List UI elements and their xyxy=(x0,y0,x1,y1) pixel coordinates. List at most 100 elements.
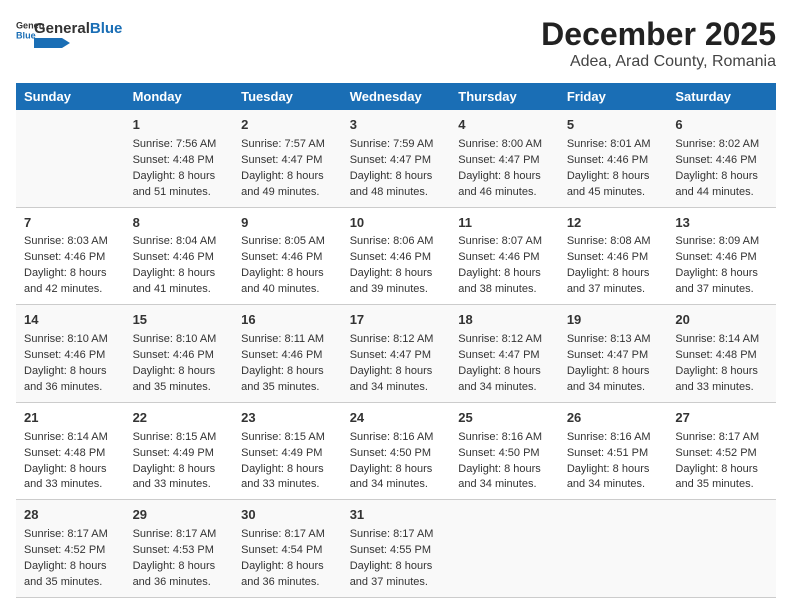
cell-info-line: Sunrise: 8:12 AM xyxy=(458,332,551,348)
cell-info-line: and 33 minutes. xyxy=(241,477,334,493)
cell-info-line: Daylight: 8 hours xyxy=(133,462,226,478)
cell-info-line: and 33 minutes. xyxy=(675,380,768,396)
header: General Blue GeneralBlue December 2025 A… xyxy=(16,16,776,71)
calendar-cell: 31Sunrise: 8:17 AMSunset: 4:55 PMDayligh… xyxy=(342,500,451,598)
cell-info-line: Sunset: 4:46 PM xyxy=(241,348,334,364)
cell-info-line: and 41 minutes. xyxy=(133,282,226,298)
cell-info-line: Daylight: 8 hours xyxy=(567,364,660,380)
day-number: 28 xyxy=(24,506,117,525)
calendar-cell: 17Sunrise: 8:12 AMSunset: 4:47 PMDayligh… xyxy=(342,305,451,403)
cell-info-line: Sunrise: 8:09 AM xyxy=(675,234,768,250)
day-number: 14 xyxy=(24,311,117,330)
calendar-cell: 16Sunrise: 8:11 AMSunset: 4:46 PMDayligh… xyxy=(233,305,342,403)
cell-info-line: Daylight: 8 hours xyxy=(241,364,334,380)
cell-info-line: Sunset: 4:46 PM xyxy=(675,250,768,266)
calendar-cell: 26Sunrise: 8:16 AMSunset: 4:51 PMDayligh… xyxy=(559,402,668,500)
cell-info-line: Sunrise: 8:10 AM xyxy=(133,332,226,348)
day-number: 11 xyxy=(458,214,551,233)
cell-info-line: and 35 minutes. xyxy=(133,380,226,396)
day-number: 12 xyxy=(567,214,660,233)
cell-info-line: Sunrise: 8:16 AM xyxy=(458,430,551,446)
calendar-cell: 6Sunrise: 8:02 AMSunset: 4:46 PMDaylight… xyxy=(667,110,776,207)
cell-info-line: Sunrise: 8:17 AM xyxy=(241,527,334,543)
cell-info-line: Daylight: 8 hours xyxy=(458,169,551,185)
cell-info-line: Sunrise: 8:15 AM xyxy=(241,430,334,446)
cell-info-line: Daylight: 8 hours xyxy=(675,364,768,380)
cell-info-line: Daylight: 8 hours xyxy=(24,559,117,575)
cell-info-line: Sunset: 4:51 PM xyxy=(567,446,660,462)
cell-info-line: and 34 minutes. xyxy=(567,477,660,493)
cell-info-line: and 34 minutes. xyxy=(458,477,551,493)
day-number: 5 xyxy=(567,116,660,135)
cell-info-line: Sunset: 4:53 PM xyxy=(133,543,226,559)
cell-info-line: Sunrise: 8:17 AM xyxy=(24,527,117,543)
calendar-cell: 18Sunrise: 8:12 AMSunset: 4:47 PMDayligh… xyxy=(450,305,559,403)
cell-info-line: Daylight: 8 hours xyxy=(133,559,226,575)
cell-info-line: Sunrise: 8:11 AM xyxy=(241,332,334,348)
calendar-cell: 28 Sunrise: 8:17 AMSunset: 4:52 PMDayligh… xyxy=(16,500,125,598)
cell-info-line: and 36 minutes. xyxy=(24,380,117,396)
cell-info-line: Daylight: 8 hours xyxy=(133,266,226,282)
cell-info-line: and 42 minutes. xyxy=(24,282,117,298)
cell-info-line: Daylight: 8 hours xyxy=(241,462,334,478)
logo-blue: Blue xyxy=(90,20,123,37)
cell-info-line: Daylight: 8 hours xyxy=(241,169,334,185)
cell-info-line: Sunrise: 8:16 AM xyxy=(350,430,443,446)
calendar-cell: 14Sunrise: 8:10 AMSunset: 4:46 PMDayligh… xyxy=(16,305,125,403)
cell-info-line: and 34 minutes. xyxy=(350,380,443,396)
calendar-cell xyxy=(16,110,125,207)
cell-info-line: Sunset: 4:47 PM xyxy=(350,348,443,364)
cell-info-line: and 36 minutes. xyxy=(241,575,334,591)
week-row-2: 7Sunrise: 8:03 AMSunset: 4:46 PMDaylight… xyxy=(16,207,776,305)
cell-info-line: Sunrise: 8:16 AM xyxy=(567,430,660,446)
cell-info-line: Sunrise: 8:02 AM xyxy=(675,137,768,153)
col-header-sunday: Sunday xyxy=(16,83,125,110)
calendar-cell xyxy=(667,500,776,598)
cell-info-line: and 35 minutes. xyxy=(24,575,117,591)
cell-info-line: Sunrise: 8:03 AM xyxy=(24,234,117,250)
cell-info-line: and 46 minutes. xyxy=(458,185,551,201)
col-header-saturday: Saturday xyxy=(667,83,776,110)
day-number: 13 xyxy=(675,214,768,233)
cell-info-line: Daylight: 8 hours xyxy=(24,266,117,282)
day-number: 6 xyxy=(675,116,768,135)
cell-info-line: Daylight: 8 hours xyxy=(133,169,226,185)
cell-info-line: Sunrise: 8:00 AM xyxy=(458,137,551,153)
day-number: 25 xyxy=(458,409,551,428)
cell-info-line: Daylight: 8 hours xyxy=(24,462,117,478)
day-number: 15 xyxy=(133,311,226,330)
day-number: 2 xyxy=(241,116,334,135)
cell-info-line: Sunset: 4:54 PM xyxy=(241,543,334,559)
calendar-cell: 29Sunrise: 8:17 AMSunset: 4:53 PMDayligh… xyxy=(125,500,234,598)
calendar-cell: 25Sunrise: 8:16 AMSunset: 4:50 PMDayligh… xyxy=(450,402,559,500)
cell-info-line: and 33 minutes. xyxy=(24,477,117,493)
cell-info-line: Sunset: 4:48 PM xyxy=(133,153,226,169)
calendar-cell: 1 Sunrise: 7:56 AMSunset: 4:48 PMDaylight… xyxy=(125,110,234,207)
day-number: 3 xyxy=(350,116,443,135)
cell-info-line: Sunset: 4:46 PM xyxy=(24,348,117,364)
cell-info-line: Sunset: 4:47 PM xyxy=(350,153,443,169)
week-row-3: 14Sunrise: 8:10 AMSunset: 4:46 PMDayligh… xyxy=(16,305,776,403)
cell-info-line: Daylight: 8 hours xyxy=(675,266,768,282)
cell-info-line: Sunrise: 8:17 AM xyxy=(350,527,443,543)
cell-info-line: Sunrise: 8:04 AM xyxy=(133,234,226,250)
main-title: December 2025 xyxy=(541,16,776,53)
day-number: 1 xyxy=(133,116,226,135)
cell-info-line: Sunset: 4:46 PM xyxy=(133,348,226,364)
col-header-monday: Monday xyxy=(125,83,234,110)
cell-info-line: Daylight: 8 hours xyxy=(567,462,660,478)
calendar-cell xyxy=(559,500,668,598)
cell-info-line: Sunset: 4:52 PM xyxy=(24,543,117,559)
cell-info-line: Sunrise: 8:06 AM xyxy=(350,234,443,250)
week-row-1: 1Sunrise: 7:56 AMSunset: 4:48 PMDaylight… xyxy=(16,110,776,207)
day-number: 10 xyxy=(350,214,443,233)
cell-info-line: Sunset: 4:46 PM xyxy=(567,153,660,169)
cell-info-line: and 33 minutes. xyxy=(133,477,226,493)
cell-info-line: and 34 minutes. xyxy=(350,477,443,493)
day-number: 9 xyxy=(241,214,334,233)
cell-info-line: Sunset: 4:47 PM xyxy=(458,153,551,169)
day-number: 30 xyxy=(241,506,334,525)
cell-info-line: and 38 minutes. xyxy=(458,282,551,298)
cell-info-line: Sunrise: 7:56 AM xyxy=(133,137,226,153)
cell-info-line: Sunset: 4:48 PM xyxy=(675,348,768,364)
